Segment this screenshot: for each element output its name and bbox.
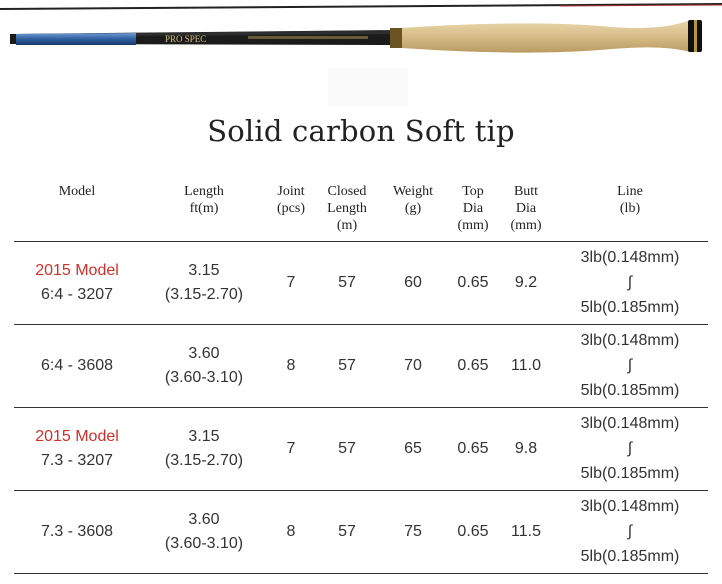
closed-length-cell: 57 xyxy=(338,439,356,457)
col-header-model: Model xyxy=(58,184,96,199)
range-separator-icon: ∫ xyxy=(627,356,633,374)
line-cell: 3lb(0.148mm) ∫ 5lb(0.185mm) xyxy=(552,490,708,573)
col-header-closed-length: Closed Length (m) xyxy=(327,184,367,233)
line-cell: 3lb(0.148mm) ∫ 5lb(0.185mm) xyxy=(552,324,708,407)
joint-cell: 8 xyxy=(286,356,296,374)
spec-table: Model Length ft(m) Joint (pcs) Closed Lengt… xyxy=(14,183,708,574)
header-row: Model Length ft(m) Joint (pcs) Closed Lengt… xyxy=(14,183,708,241)
col-header-length: Length ft(m) xyxy=(184,184,224,216)
line-cell: 3lb(0.148mm) ∫ 5lb(0.185mm) xyxy=(552,241,708,324)
top-dia-cell: 0.65 xyxy=(457,522,489,540)
butt-dia-cell: 11.5 xyxy=(511,522,541,540)
model-cell: 2015 Model 7.3 - 3207 xyxy=(35,427,119,469)
length-cell: 3.60 (3.60-3.10) xyxy=(164,344,244,386)
range-separator-icon: ∫ xyxy=(627,273,633,291)
closed-length-cell: 57 xyxy=(338,273,356,291)
butt-dia-cell: 9.2 xyxy=(514,273,538,291)
joint-cell: 8 xyxy=(286,522,296,540)
rod-print-text: PRO SPEC xyxy=(165,34,206,44)
length-cell: 3.15 (3.15-2.70) xyxy=(164,261,244,303)
butt-dia-cell: 11.0 xyxy=(511,356,541,374)
weight-cell: 65 xyxy=(404,439,422,457)
model-cell: 6:4 - 3608 xyxy=(40,356,114,374)
col-header-weight: Weight (g) xyxy=(392,184,434,216)
weight-cell: 75 xyxy=(404,522,422,540)
col-header-butt-dia: Butt Dia (mm) xyxy=(510,184,542,233)
page-title: Solid carbon Soft tip xyxy=(207,114,515,148)
col-header-top-dia: Top Dia (mm) xyxy=(457,184,489,233)
line-cell: 3lb(0.148mm) ∫ 5lb(0.185mm) xyxy=(552,407,708,490)
table-row: 6:4 - 3608 3.60 (3.60-3.10) 8 57 70 0.65 … xyxy=(14,324,708,407)
top-dia-cell: 0.65 xyxy=(457,439,489,457)
top-dia-cell: 0.65 xyxy=(457,356,489,374)
joint-cell: 7 xyxy=(286,273,296,291)
closed-length-cell: 57 xyxy=(338,356,356,374)
butt-dia-cell: 9.8 xyxy=(514,439,538,457)
new-model-tag: 2015 Model xyxy=(35,427,119,445)
image-placeholder xyxy=(328,68,408,106)
table-row: 2015 Model 7.3 - 3207 3.15 (3.15-2.70) 7 5… xyxy=(14,407,708,490)
length-cell: 3.60 (3.60-3.10) xyxy=(164,510,244,552)
col-header-joint: Joint (pcs) xyxy=(277,184,305,216)
range-separator-icon: ∫ xyxy=(627,439,633,457)
model-cell: 2015 Model 6:4 - 3207 xyxy=(35,261,119,303)
closed-length-cell: 57 xyxy=(338,522,356,540)
table-row: 7.3 - 3608 3.60 (3.60-3.10) 8 57 75 0.65 … xyxy=(14,490,708,573)
table-row: 2015 Model 6:4 - 3207 3.15 (3.15-2.70) 7 5… xyxy=(14,241,708,324)
model-cell: 7.3 - 3608 xyxy=(40,522,114,540)
col-header-line: Line (lb) xyxy=(617,184,643,216)
range-separator-icon: ∫ xyxy=(627,522,633,540)
top-dia-cell: 0.65 xyxy=(457,273,489,291)
joint-cell: 7 xyxy=(286,439,296,457)
fishing-rod-image: PRO SPEC xyxy=(0,3,722,53)
length-cell: 3.15 (3.15-2.70) xyxy=(164,427,244,469)
new-model-tag: 2015 Model xyxy=(35,261,119,279)
weight-cell: 70 xyxy=(404,356,422,374)
weight-cell: 60 xyxy=(404,273,422,291)
